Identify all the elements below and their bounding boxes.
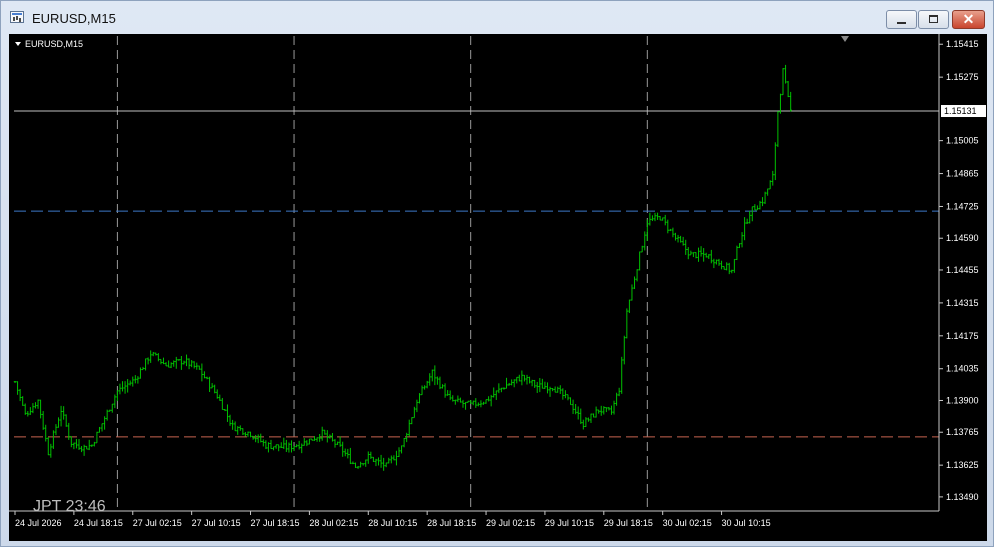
window-title: EURUSD,M15 <box>32 11 116 26</box>
price-tick-label: 1.13490 <box>946 492 979 502</box>
price-tick-label: 1.13625 <box>946 460 979 470</box>
price-tick-label: 1.14035 <box>946 364 979 374</box>
price-tick-label: 1.13765 <box>946 427 979 437</box>
time-tick-label: 28 Jul 02:15 <box>309 518 358 528</box>
price-tick-label: 1.13900 <box>946 395 979 405</box>
time-tick-label: 28 Jul 18:15 <box>427 518 476 528</box>
chart-canvas[interactable]: 1.15415 1.15275 1.15005 1.14865 1.14725 1.145… <box>9 34 987 541</box>
minimize-icon <box>897 22 906 24</box>
maximize-icon <box>929 15 938 23</box>
close-button[interactable]: ✕ <box>952 10 985 29</box>
bid-price-label: 1.15131 <box>944 106 977 116</box>
price-tick-label: 1.14315 <box>946 298 979 308</box>
price-tick-label: 1.14865 <box>946 169 979 179</box>
time-tick-label: 30 Jul 10:15 <box>722 518 771 528</box>
time-tick-label: 30 Jul 02:15 <box>663 518 712 528</box>
close-icon: ✕ <box>962 11 975 27</box>
clock-label: JPT 23:46 <box>33 498 106 515</box>
price-tick-label: 1.14175 <box>946 331 979 341</box>
title-bar[interactable]: EURUSD,M15 ✕ <box>1 1 993 33</box>
time-tick-label: 29 Jul 10:15 <box>545 518 594 528</box>
time-tick-label: 27 Jul 02:15 <box>133 518 182 528</box>
chart-window-icon <box>10 11 24 23</box>
price-chart[interactable]: 1.15415 1.15275 1.15005 1.14865 1.14725 1.145… <box>9 34 987 541</box>
time-tick-label: 24 Jul 2026 <box>15 518 62 528</box>
time-tick-label: 27 Jul 18:15 <box>251 518 300 528</box>
price-tick-label: 1.15275 <box>946 72 979 82</box>
price-tick-label: 1.14725 <box>946 201 979 211</box>
price-tick-label: 1.15005 <box>946 136 979 146</box>
time-tick-label: 29 Jul 02:15 <box>486 518 535 528</box>
chart-background <box>9 34 987 541</box>
maximize-button[interactable] <box>918 10 949 29</box>
time-tick-label: 27 Jul 10:15 <box>192 518 241 528</box>
chart-window: EURUSD,M15 ✕ 1.15415 1.15275 1.15005 1.1486… <box>0 0 994 547</box>
price-tick-label: 1.14590 <box>946 233 979 243</box>
time-tick-label: 28 Jul 10:15 <box>368 518 417 528</box>
chart-symbol-label[interactable]: EURUSD,M15 <box>25 39 83 49</box>
price-tick-label: 1.15415 <box>946 39 979 49</box>
price-tick-label: 1.14455 <box>946 265 979 275</box>
minimize-button[interactable] <box>886 10 917 29</box>
time-tick-label: 29 Jul 18:15 <box>604 518 653 528</box>
time-tick-label: 24 Jul 18:15 <box>74 518 123 528</box>
